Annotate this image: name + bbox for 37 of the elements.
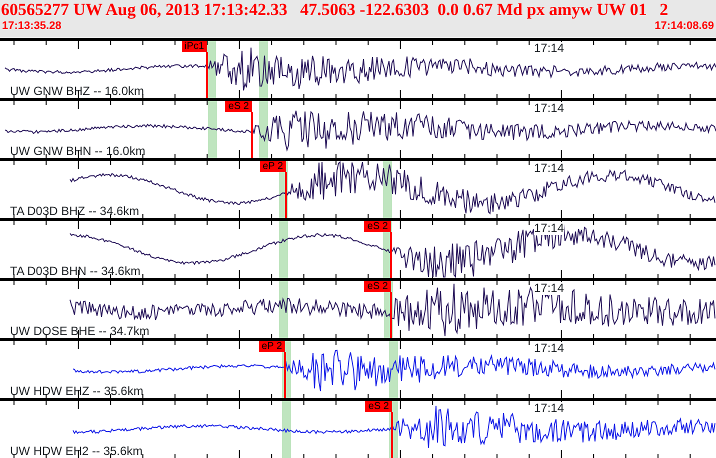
pick-label[interactable]: eS 2: [225, 101, 252, 112]
pick-label[interactable]: eS 2: [365, 401, 392, 412]
time-mark: 17:14: [534, 222, 564, 235]
event-title: 60565277 UW Aug 06, 2013 17:13:42.33 47.5063 -122.6303 0.0 0.67 Md px amyw UW 01 2: [0, 0, 670, 19]
trace-label: TA D03D BHZ -- 34.6km: [10, 205, 140, 218]
pick-label[interactable]: eS 2: [364, 281, 391, 292]
time-mark: 17:14: [534, 342, 564, 355]
pick-label[interactable]: eP 2: [258, 341, 285, 352]
trace-label: UW GNW BHN -- 16.0km: [10, 145, 146, 158]
trace-label: TA D03D BHN -- 34.6km: [10, 265, 140, 278]
pick-label[interactable]: iPc1: [182, 41, 207, 52]
pick-line: [391, 412, 393, 458]
highlight-band: [279, 221, 288, 278]
highlight-band: [389, 341, 398, 398]
pick-line: [285, 172, 287, 218]
highlight-band: [282, 401, 291, 458]
trace-label: UW HDW EH2 -- 35.6km: [10, 445, 143, 458]
pick-label[interactable]: eP 2: [260, 161, 286, 172]
pick-line: [390, 232, 392, 278]
start-time: 17:13:35.28: [2, 19, 62, 33]
pick-label[interactable]: eS 2: [364, 221, 391, 232]
time-mark: 17:14: [534, 282, 564, 295]
pick-line: [251, 112, 253, 158]
trace-label: UW DOSE BHE -- 34.7km: [10, 325, 150, 338]
pick-line: [206, 52, 208, 98]
time-mark: 17:14: [534, 102, 564, 115]
time-mark: 17:14: [534, 402, 564, 415]
pick-line: [390, 292, 392, 338]
highlight-band: [259, 101, 268, 158]
trace-label: UW HDW EHZ -- 35.6km: [10, 385, 144, 398]
end-time: 17:14:08.69: [654, 19, 714, 33]
pick-line: [284, 352, 286, 398]
highlight-band: [208, 101, 217, 158]
time-mark: 17:14: [534, 162, 564, 175]
time-mark: 17:14: [534, 42, 564, 55]
trace-label: UW GNW BHZ -- 16.0km: [10, 85, 144, 98]
highlight-band: [279, 281, 288, 338]
